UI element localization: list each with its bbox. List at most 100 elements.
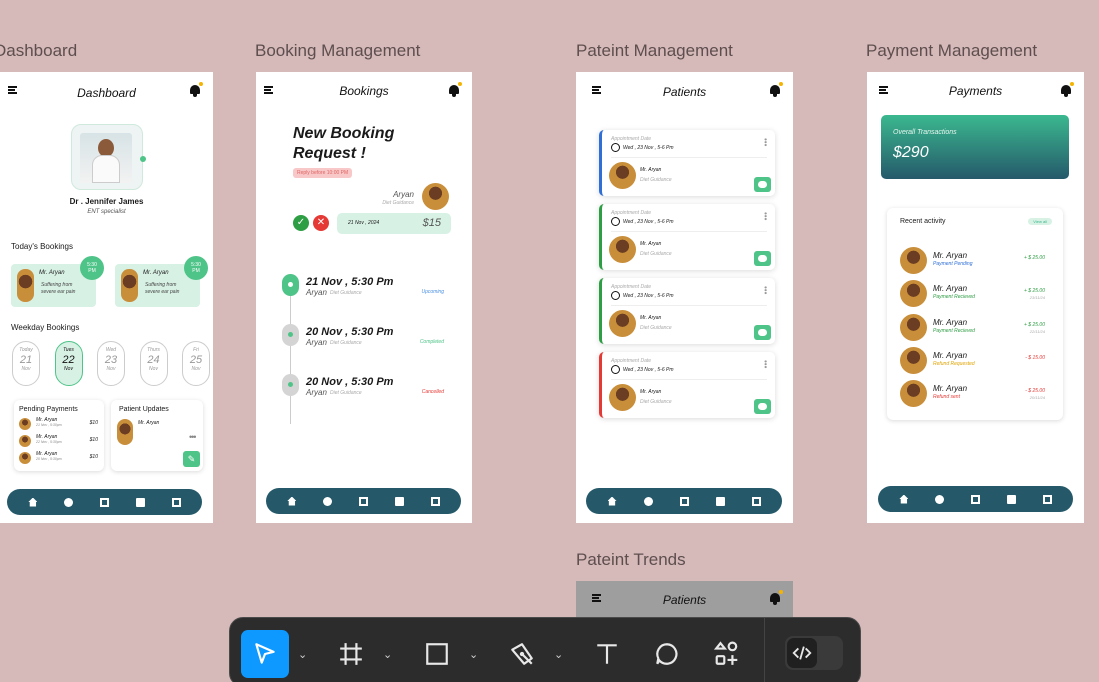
- bell-icon[interactable]: [769, 590, 783, 605]
- chat-button[interactable]: [754, 325, 771, 340]
- activity-date: 22/11/24: [1029, 328, 1045, 334]
- chevron-down-icon[interactable]: ⌄: [298, 648, 307, 661]
- patient-card[interactable]: Appointment Date Wed , 23 Nov , 5-6 Pm •••…: [599, 352, 775, 418]
- profile-icon[interactable]: [679, 496, 689, 506]
- booking-name: Mr. Aryan: [39, 270, 65, 276]
- appointment-date: Wed , 23 Nov , 5-6 Pm: [623, 219, 674, 225]
- divider: [611, 157, 767, 158]
- more-icon[interactable]: •••: [761, 286, 770, 294]
- payment-icon[interactable]: [1006, 494, 1016, 504]
- request-patient-sub: Diet Guidance: [382, 200, 414, 206]
- payment-icon[interactable]: [135, 497, 145, 507]
- overall-transactions-card[interactable]: Overall Transactions $290: [881, 115, 1069, 179]
- day-chip-tues[interactable]: Tues 22 Nov: [54, 341, 83, 386]
- timeline-name: Aryan: [306, 288, 327, 297]
- timeline-line: [290, 282, 291, 424]
- frame-label-payments[interactable]: Payment Management: [866, 41, 1037, 61]
- bell-icon[interactable]: [189, 82, 203, 97]
- frame-label-trends[interactable]: Pateint Trends: [576, 550, 686, 570]
- bell-icon[interactable]: [448, 82, 462, 97]
- calendar-icon[interactable]: [643, 496, 653, 506]
- day-chip-wed[interactable]: Wed 23 Nov: [97, 341, 125, 386]
- avatar: [422, 183, 449, 210]
- actions-tool-button[interactable]: [703, 630, 751, 678]
- report-icon[interactable]: [1042, 494, 1052, 504]
- booking-card[interactable]: Mr. Aryan Suffering from severe ear pain 5:…: [11, 256, 104, 307]
- chat-icon: [758, 255, 767, 262]
- activity-status: Payment Recieved: [933, 327, 975, 334]
- pen-tool-button[interactable]: [498, 630, 546, 678]
- bottom-nav: [878, 486, 1073, 512]
- patient-card[interactable]: Appointment Date Wed , 23 Nov , 5-6 Pm •••…: [599, 204, 775, 270]
- date-pill-text: 21 Nov , 2024: [348, 220, 380, 226]
- chat-button[interactable]: [754, 251, 771, 266]
- chat-button[interactable]: [754, 399, 771, 414]
- home-icon[interactable]: [607, 496, 617, 506]
- chevron-down-icon[interactable]: ⌄: [554, 648, 563, 661]
- payment-date: 22 Nov , 5:30pm: [36, 440, 62, 444]
- day-chip-fri[interactable]: Fri 25 Nov: [182, 341, 210, 386]
- accept-button[interactable]: ✓: [293, 215, 309, 231]
- payment-icon[interactable]: [394, 496, 404, 506]
- patient-updates-heading: Patient Updates: [119, 406, 169, 413]
- more-icon[interactable]: •••: [189, 432, 197, 442]
- patient-card[interactable]: Appointment Date Wed , 23 Nov , 5-6 Pm •••…: [599, 278, 775, 344]
- day-chip-today[interactable]: Today 21 Nov: [12, 341, 40, 386]
- patient-updates-card[interactable]: Patient Updates Mr. Aryan ••• ✎: [111, 400, 203, 471]
- timeline-dot: [282, 374, 299, 396]
- payment-icon[interactable]: [715, 496, 725, 506]
- appointment-label: Appointment Date: [611, 358, 652, 364]
- calendar-icon[interactable]: [64, 497, 74, 507]
- chevron-down-icon[interactable]: ⌄: [469, 648, 478, 661]
- day-chip-thurs[interactable]: Thurs 24 Nov: [139, 341, 168, 386]
- profile-icon[interactable]: [99, 497, 109, 507]
- patient-card[interactable]: Appointment Date Wed , 23 Nov , 5-6 Pm •••…: [599, 130, 775, 196]
- profile-icon[interactable]: [970, 494, 980, 504]
- move-tool-button[interactable]: [241, 630, 289, 678]
- frame-label-booking[interactable]: Booking Management: [255, 41, 420, 61]
- view-all-button[interactable]: View all: [1028, 218, 1052, 225]
- report-icon[interactable]: [430, 496, 440, 506]
- timeline-status: Cancelled: [421, 389, 444, 395]
- text-tool-button[interactable]: [583, 630, 631, 678]
- comment-tool-button[interactable]: [643, 630, 691, 678]
- edit-button[interactable]: ✎: [183, 451, 200, 467]
- booking-card[interactable]: Mr. Aryan Suffering from severe ear pain 5:…: [115, 256, 208, 307]
- dev-mode-toggle[interactable]: [785, 636, 843, 670]
- calendar-icon[interactable]: [935, 494, 945, 504]
- bell-icon[interactable]: [1060, 82, 1074, 97]
- pending-payments-card[interactable]: Pending Payments Mr. Aryan 21 Nov , 5:30p…: [14, 400, 104, 471]
- reject-button[interactable]: ✕: [313, 215, 329, 231]
- frame-label-patients[interactable]: Pateint Management: [576, 41, 733, 61]
- day-number: 23: [104, 354, 118, 366]
- timeline-sub: Diet Guidance: [330, 290, 362, 296]
- chat-button[interactable]: [754, 177, 771, 192]
- calendar-icon[interactable]: [323, 496, 333, 506]
- home-icon[interactable]: [287, 496, 297, 506]
- frame-label-dashboard[interactable]: Dashboard: [0, 41, 77, 61]
- timeline-sub: Diet Guidance: [330, 340, 362, 346]
- shape-tool-button[interactable]: [413, 630, 461, 678]
- home-icon[interactable]: [899, 494, 909, 504]
- report-icon[interactable]: [751, 496, 761, 506]
- timeline-dot: [282, 274, 299, 296]
- patient-name: Mr. Aryan: [640, 241, 662, 247]
- activity-amount: + $ 25.00: [1024, 255, 1045, 261]
- report-icon[interactable]: [171, 497, 181, 507]
- home-icon[interactable]: [28, 497, 38, 507]
- doctor-photo: [71, 124, 143, 190]
- reply-tag: Reply before 10:00 PM: [293, 168, 353, 178]
- more-icon[interactable]: •••: [761, 360, 770, 368]
- profile-icon[interactable]: [358, 496, 368, 506]
- activity-name: Mr. Aryan: [933, 284, 968, 294]
- frame-tool-button[interactable]: [327, 630, 375, 678]
- booking-name: Mr. Aryan: [143, 270, 169, 276]
- more-icon[interactable]: •••: [761, 212, 770, 220]
- timeline-dot-inner: [288, 382, 293, 387]
- chevron-down-icon[interactable]: ⌄: [383, 648, 392, 661]
- frame-icon: [340, 643, 362, 665]
- bottom-nav: [7, 489, 202, 515]
- more-icon[interactable]: •••: [761, 138, 770, 146]
- pending-payments-heading: Pending Payments: [19, 406, 78, 413]
- bell-icon[interactable]: [769, 82, 783, 97]
